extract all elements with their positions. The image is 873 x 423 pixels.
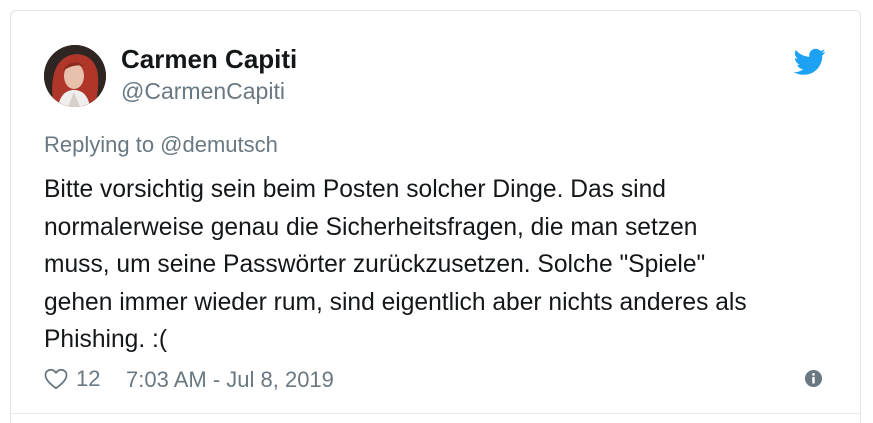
tweet-text-line: gehen immer wieder rum, sind eigentlich …: [44, 288, 747, 316]
tweet-text-line: Bitte vorsichtig sein beim Posten solche…: [44, 176, 666, 203]
tweet-card: Carmen Capiti @CarmenCapiti Replying to …: [10, 10, 861, 423]
author-handle[interactable]: @CarmenCapiti: [121, 78, 285, 105]
tweet-text-line: muss, um seine Passwörter zurückzusetzen…: [44, 251, 706, 278]
avatar-photo-icon: [44, 45, 106, 107]
card-divider: [11, 413, 860, 414]
author-display-name[interactable]: Carmen Capiti: [121, 44, 297, 75]
avatar[interactable]: [44, 45, 106, 107]
replying-to-label[interactable]: Replying to @demutsch: [44, 132, 278, 158]
info-icon[interactable]: [804, 369, 823, 388]
tweet-text-line: normalerweise genau die Sicherheitsfrage…: [44, 213, 698, 241]
tweet-timestamp[interactable]: 7:03 AM - Jul 8, 2019: [126, 367, 334, 393]
heart-icon: [44, 368, 68, 390]
like-button[interactable]: 12: [44, 366, 100, 392]
tweet-text-line: Phishing. :(: [44, 326, 168, 353]
like-count: 12: [76, 366, 101, 391]
twitter-bird-icon[interactable]: [794, 48, 826, 76]
tweet-text: Bitte vorsichtig sein beim Posten solche…: [44, 171, 844, 359]
tweet-footer: 12 7:03 AM - Jul 8, 2019: [44, 364, 834, 394]
